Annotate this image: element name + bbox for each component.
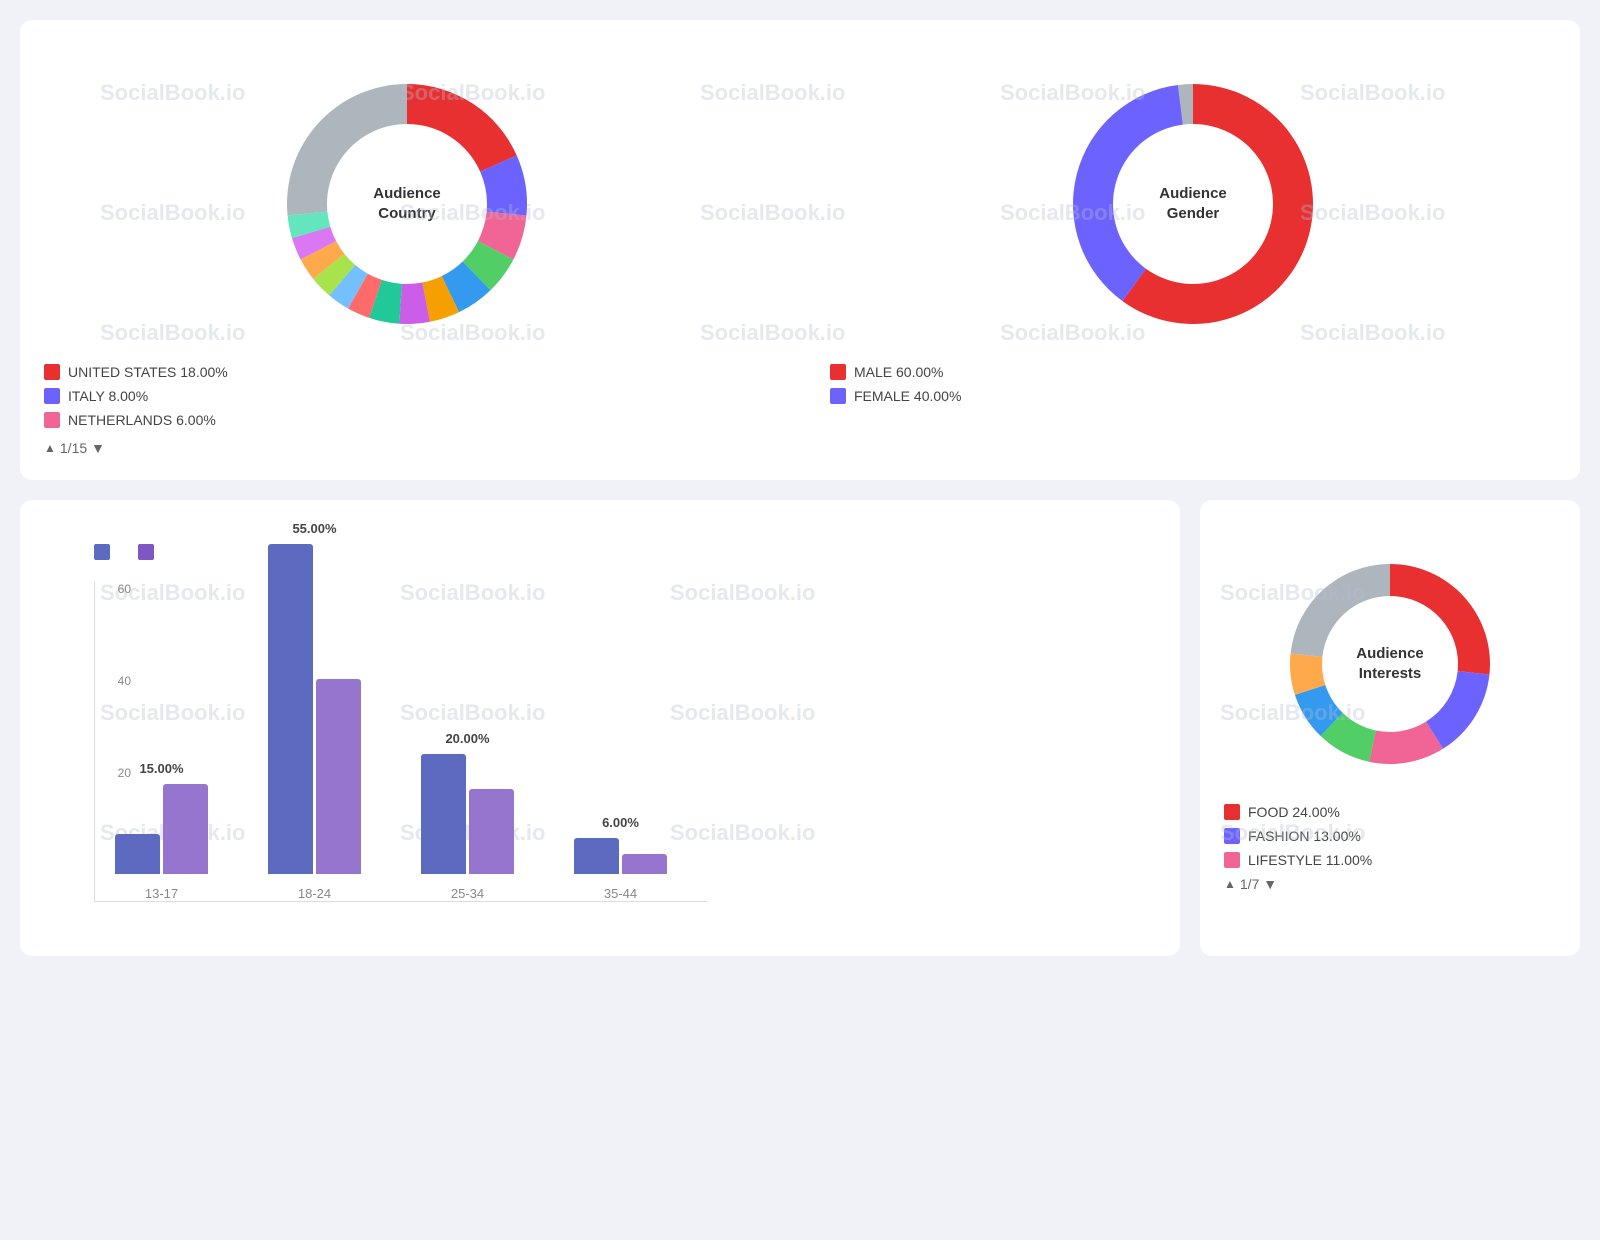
age-legend-female	[94, 544, 118, 560]
country-chart-section: Audience Country UNITED STATES 18.00% ITAL…	[44, 64, 770, 456]
svg-text:Gender: Gender	[1167, 205, 1220, 222]
legend-color-swatch	[44, 412, 60, 428]
legend-item: FOOD 24.00%	[1224, 804, 1556, 820]
interest-page-text[interactable]: 1/7 ▼	[1240, 876, 1277, 892]
interest-donut-wrapper: Audience Interests	[1224, 544, 1556, 784]
legend-color-swatch	[1224, 852, 1240, 868]
bar-top-label: 15.00%	[139, 761, 183, 776]
bar-top-label: 55.00%	[292, 521, 336, 536]
bar-x-label: 13-17	[145, 886, 178, 901]
legend-text: FOOD 24.00%	[1248, 804, 1340, 820]
age-bar-chart: 0204060 15.00%13-1755.00%18-2420.00%25-3…	[44, 544, 1156, 932]
legend-color-swatch	[830, 388, 846, 404]
bar-pair	[574, 838, 667, 874]
bar-x-label: 18-24	[298, 886, 331, 901]
female-color-swatch	[94, 544, 110, 560]
svg-text:Audience: Audience	[1159, 185, 1227, 202]
legend-item: NETHERLANDS 6.00%	[44, 412, 228, 428]
legend-text: UNITED STATES 18.00%	[68, 364, 228, 380]
bar-top-label: 6.00%	[602, 815, 639, 830]
legend-color-swatch	[44, 388, 60, 404]
top-charts-row: Audience Country UNITED STATES 18.00% ITAL…	[44, 64, 1556, 456]
legend-color-swatch	[1224, 804, 1240, 820]
bar-pair	[421, 754, 514, 874]
male-bar	[163, 784, 208, 874]
gender-chart-section: Audience Gender MALE 60.00% FEMALE 40.00%	[830, 64, 1556, 456]
legend-text: NETHERLANDS 6.00%	[68, 412, 216, 428]
gender-donut-svg: Audience Gender	[1053, 64, 1333, 344]
legend-color-swatch	[44, 364, 60, 380]
legend-color-swatch	[1224, 828, 1240, 844]
bar-pair	[115, 784, 208, 874]
country-page-icon: ▲	[44, 441, 56, 455]
country-pagination[interactable]: ▲ 1/15 ▼	[44, 440, 105, 456]
legend-text: FEMALE 40.00%	[854, 388, 961, 404]
age-legend-male	[138, 544, 162, 560]
female-bar	[421, 754, 466, 874]
interest-donut-svg: Audience Interests	[1270, 544, 1510, 784]
bar-group: 55.00% 18-24	[268, 521, 361, 901]
gender-donut-wrapper: Audience Gender	[830, 64, 1556, 344]
age-demographic-card: SocialBook.io SocialBook.io SocialBook.i…	[20, 500, 1180, 956]
svg-text:Audience: Audience	[1356, 645, 1424, 662]
male-bar	[622, 854, 667, 874]
bottom-row: SocialBook.io SocialBook.io SocialBook.i…	[20, 500, 1580, 976]
gender-legend: MALE 60.00% FEMALE 40.00%	[830, 364, 961, 412]
female-bar	[268, 544, 313, 874]
legend-item: ITALY 8.00%	[44, 388, 228, 404]
country-donut-svg: Audience Country	[267, 64, 547, 344]
country-legend: UNITED STATES 18.00% ITALY 8.00% NETHERLAN…	[44, 364, 228, 436]
female-bar	[115, 834, 160, 874]
legend-text: FASHION 13.00%	[1248, 828, 1361, 844]
legend-text: LIFESTYLE 11.00%	[1248, 852, 1372, 868]
male-color-swatch	[138, 544, 154, 560]
female-bar	[574, 838, 619, 874]
svg-text:Audience: Audience	[373, 185, 441, 202]
legend-item: UNITED STATES 18.00%	[44, 364, 228, 380]
legend-item: MALE 60.00%	[830, 364, 961, 380]
bar-group: 6.00% 35-44	[574, 815, 667, 901]
male-bar	[469, 789, 514, 874]
bar-x-label: 25-34	[451, 886, 484, 901]
audience-demographic-card: SocialBook.io SocialBook.io SocialBook.i…	[20, 20, 1580, 480]
legend-item: LIFESTYLE 11.00%	[1224, 852, 1556, 868]
bar-top-label: 20.00%	[445, 731, 489, 746]
bar-pair	[268, 544, 361, 874]
chart-body: 0204060 15.00%13-1755.00%18-2420.00%25-3…	[94, 582, 1156, 902]
legend-text: ITALY 8.00%	[68, 388, 148, 404]
legend-color-swatch	[830, 364, 846, 380]
male-bar	[316, 679, 361, 874]
svg-text:Country: Country	[378, 205, 436, 222]
bars-container: 15.00%13-1755.00%18-2420.00%25-346.00%35…	[94, 582, 707, 902]
interest-legend: FOOD 24.00% FASHION 13.00% LIFESTYLE 11.00…	[1224, 804, 1556, 868]
audience-interest-card: SocialBook.io SocialBook.io SocialBook.i…	[1200, 500, 1580, 956]
interest-page-icon: ▲	[1224, 877, 1236, 891]
legend-item: FASHION 13.00%	[1224, 828, 1556, 844]
bar-group: 20.00% 25-34	[421, 731, 514, 901]
interest-pagination[interactable]: ▲ 1/7 ▼	[1224, 876, 1556, 892]
bar-x-label: 35-44	[604, 886, 637, 901]
age-bar-legend	[94, 544, 1156, 568]
svg-text:Interests: Interests	[1359, 665, 1422, 682]
bar-group: 15.00% 13-17	[115, 761, 208, 901]
country-page-text[interactable]: 1/15 ▼	[60, 440, 105, 456]
legend-text: MALE 60.00%	[854, 364, 944, 380]
legend-item: FEMALE 40.00%	[830, 388, 961, 404]
country-donut-wrapper: Audience Country	[44, 64, 770, 344]
